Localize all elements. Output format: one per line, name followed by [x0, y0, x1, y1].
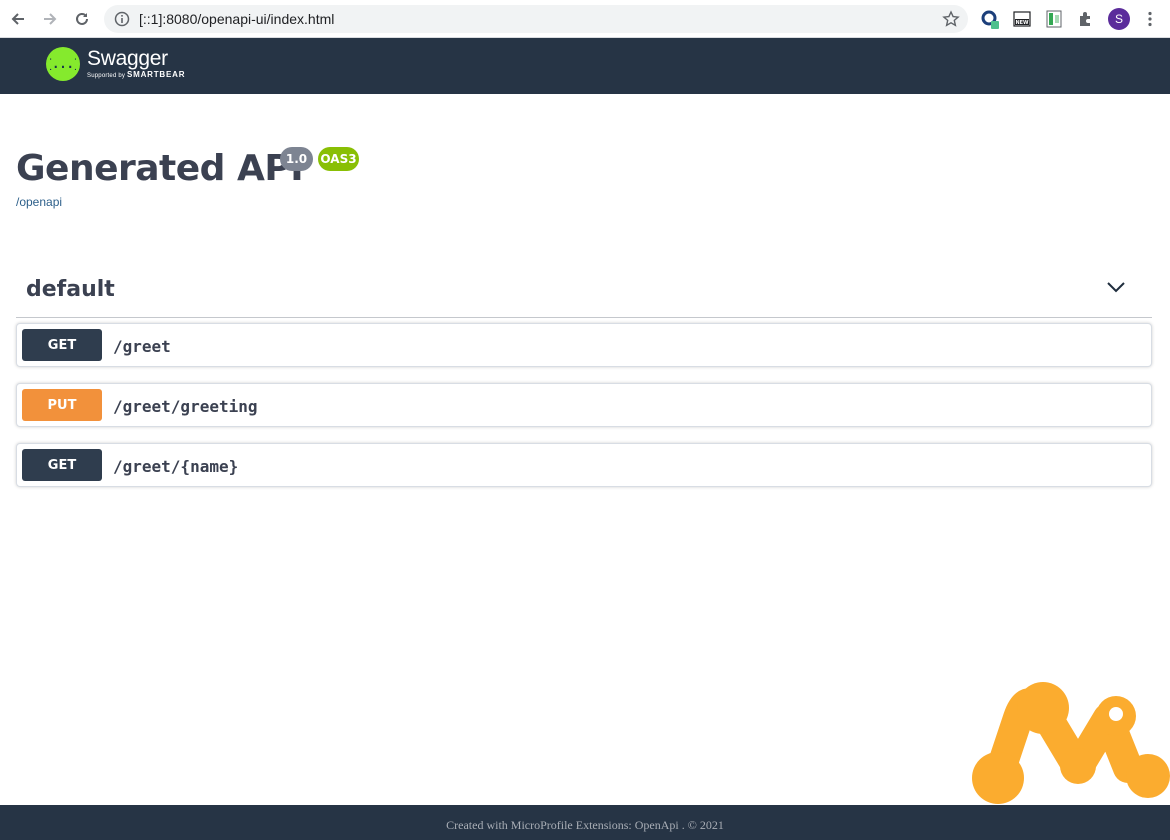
svg-text:NEW: NEW — [1015, 20, 1029, 26]
extension-icon[interactable] — [980, 9, 1000, 29]
operation-path[interactable]: /greet — [113, 337, 171, 356]
tag-name[interactable]: default — [26, 277, 115, 302]
method-badge[interactable]: PUT — [22, 389, 102, 421]
puzzle-icon[interactable] — [1076, 9, 1096, 29]
operation-get-greet-name[interactable]: GET /greet/{name} — [16, 443, 1152, 487]
operation-path[interactable]: /greet/greeting — [113, 397, 258, 416]
swagger-topbar: {...} Swagger Supported by SMARTBEAR — [0, 38, 1170, 94]
operation-get-greet[interactable]: GET /greet — [16, 323, 1152, 367]
info-icon[interactable] — [114, 11, 130, 27]
operation-path[interactable]: /greet/{name} — [113, 457, 238, 476]
chevron-down-icon[interactable] — [1106, 280, 1126, 294]
address-bar[interactable]: [::1]:8080/openapi-ui/index.html — [104, 5, 968, 33]
method-badge[interactable]: GET — [22, 449, 102, 481]
avatar[interactable]: S — [1108, 8, 1130, 30]
logo-sub-brand: SMARTBEAR — [126, 69, 186, 79]
url-text[interactable]: [::1]:8080/openapi-ui/index.html — [139, 11, 334, 27]
browser-toolbar: [::1]:8080/openapi-ui/index.html NEW S — [0, 0, 1170, 38]
arrow-left-icon[interactable] — [7, 8, 29, 30]
method-badge[interactable]: GET — [22, 329, 102, 361]
swagger-logo-icon: {...} — [46, 47, 80, 81]
microprofile-logo-icon — [968, 678, 1170, 806]
tag-header-default[interactable]: default — [16, 268, 1152, 318]
footer: Created with MicroProfile Extensions: Op… — [0, 805, 1170, 840]
spec-link[interactable]: /openapi — [16, 195, 62, 209]
extension-sheet-icon[interactable] — [1044, 9, 1064, 29]
swagger-logo[interactable]: {...} Swagger Supported by SMARTBEAR — [46, 47, 185, 81]
reload-icon[interactable] — [71, 8, 93, 30]
more-vert-icon[interactable] — [1144, 9, 1156, 29]
swagger-logo-subtitle: Supported by SMARTBEAR — [87, 70, 185, 81]
swagger-logo-glyph: {...} — [50, 57, 76, 71]
footer-text: Created with MicroProfile Extensions: Op… — [446, 818, 724, 832]
page-title: Generated API — [16, 148, 304, 189]
oas-badge: OAS3 — [318, 147, 359, 171]
operation-put-greet-greeting[interactable]: PUT /greet/greeting — [16, 383, 1152, 427]
version-badge: 1.0 — [280, 147, 313, 171]
logo-sub-prefix: Supported by — [87, 72, 126, 79]
arrow-right-icon[interactable] — [39, 8, 61, 30]
swagger-logo-title: Swagger — [87, 46, 168, 70]
extension-new-icon[interactable]: NEW — [1012, 9, 1032, 29]
star-icon[interactable] — [942, 10, 960, 28]
